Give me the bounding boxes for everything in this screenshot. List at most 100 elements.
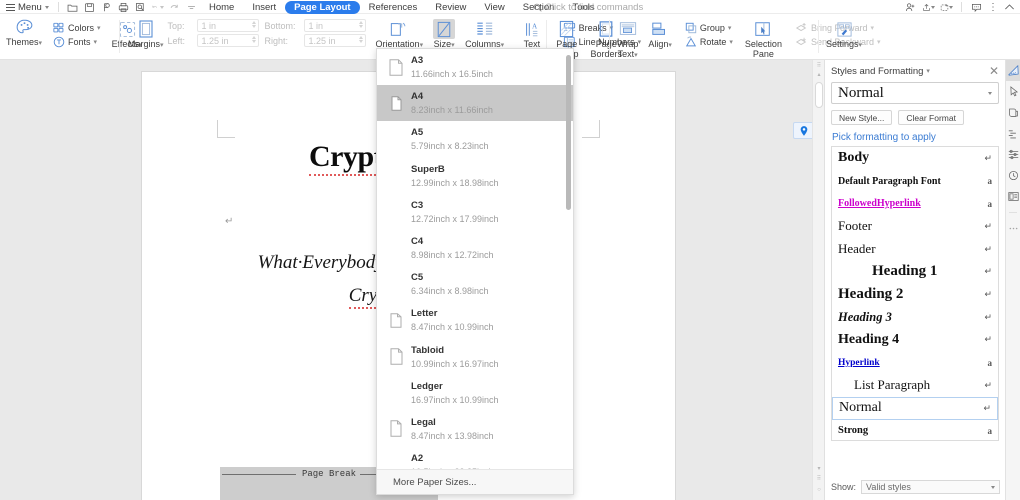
style-item-heading-2[interactable]: Heading 2 ↵ [832,283,998,306]
tab-insert[interactable]: Insert [243,1,285,14]
style-item-body[interactable]: Body ↵ [832,147,998,170]
document-scrollbar-thumb[interactable] [815,82,823,108]
margin-bottom-stepper[interactable] [355,21,363,28]
margin-top-field[interactable]: Top: 1 in [168,19,259,32]
show-select[interactable]: Valid styles [861,480,1000,494]
share-icon[interactable] [922,1,935,14]
tab-view[interactable]: View [475,1,513,14]
paper-size-item-a3[interactable]: A3 11.66inch x 16.5inch [377,49,573,85]
style-item-list-paragraph[interactable]: List Paragraph ↵ [832,374,998,397]
scroll-end-icon[interactable]: ○ [816,487,822,493]
paper-size-item-c4[interactable]: C4 8.98inch x 12.72inch [377,230,573,266]
columns-button[interactable]: Columns▾ [461,14,508,51]
margin-bottom-field[interactable]: Bottom: 1 in [265,19,366,32]
style-item-heading-4[interactable]: Heading 4 ↵ [832,329,998,352]
character-style-icon: a [987,176,993,187]
comment-icon[interactable] [970,1,983,14]
find-icon[interactable] [134,1,147,14]
new-style-button[interactable]: New Style... [831,110,893,125]
chevron-down-icon: ▾ [877,39,881,46]
group-label: Group [699,23,725,33]
scroll-up-arrow-icon[interactable]: ▴ [816,72,822,78]
group-button[interactable]: Group ▾ [682,21,736,35]
history-icon[interactable] [1006,165,1020,186]
scroll-down-arrow-icon[interactable]: ▾ [816,466,822,472]
print-preview-icon[interactable] [100,1,113,14]
paper-size-item-a5[interactable]: A5 5.79inch x 8.23inch [377,121,573,157]
style-item-normal[interactable]: Normal ↵ [832,396,998,420]
wrap-text-button[interactable]: Wrap Text▾ [613,14,642,60]
style-item-followedhyperlink[interactable]: FollowedHyperlink a [832,192,998,215]
margin-right-stepper[interactable] [355,36,363,43]
margin-top-stepper[interactable] [248,21,256,28]
style-item-heading-1[interactable]: Heading 1 ↵ [832,260,998,283]
paper-size-item-c3[interactable]: C3 12.72inch x 17.99inch [377,194,573,230]
undo-icon[interactable] [151,1,164,14]
paper-size-item-ledger[interactable]: Ledger 16.97inch x 10.99inch [377,375,573,411]
style-item-default-paragraph-font[interactable]: Default Paragraph Font a [832,170,998,193]
dropdown-scrollbar-thumb[interactable] [566,55,571,210]
more-icon[interactable]: ⋮ [988,2,998,13]
window-icon[interactable] [940,1,953,14]
thumbnails-icon[interactable] [1006,186,1020,207]
current-style-combobox[interactable]: Normal [831,82,999,104]
paper-size-item-c5[interactable]: C5 6.34inch x 8.98inch [377,266,573,302]
clear-format-button[interactable]: Clear Format [898,110,964,125]
main-menu-button[interactable]: Menu [4,2,51,13]
colors-button[interactable]: Colors ▾ [50,21,104,35]
orientation-button[interactable]: Orientation▾ [372,14,428,51]
paper-size-item-a2[interactable]: A2 16.5inch x 23.35inch [377,447,573,470]
selection-pane-button[interactable]: Selection Pane [741,14,786,59]
size-button[interactable]: Size▾ [429,14,459,51]
margin-top-label: Top: [167,20,185,31]
paragraph-style-icon: ↵ [984,266,992,277]
style-item-footer[interactable]: Footer ↵ [832,215,998,238]
settings-button[interactable]: Settings▾ [822,14,866,51]
paper-size-item-legal[interactable]: Legal 8.47inch x 13.98inch [377,411,573,447]
style-item-heading-3[interactable]: Heading 3 ↵ [832,306,998,329]
open-icon[interactable] [66,1,79,14]
paper-size-list[interactable]: A3 11.66inch x 16.5inch A4 8.23inch x 11… [377,49,573,470]
paper-size-item-tabloid[interactable]: Tabloid 10.99inch x 16.97inch [377,339,573,375]
style-name: Header [838,241,876,257]
collapse-ribbon-icon[interactable] [1003,1,1016,14]
fonts-button[interactable]: Fonts ▾ [50,35,104,49]
tab-home[interactable]: Home [200,1,243,14]
more-paper-sizes-button[interactable]: More Paper Sizes... [377,469,573,494]
style-item-header[interactable]: Header ↵ [832,238,998,261]
more-icon[interactable] [1006,218,1020,239]
paper-size-dropdown[interactable]: A3 11.66inch x 16.5inch A4 8.23inch x 11… [376,48,574,495]
styles-panel-title-group[interactable]: Styles and Formatting ▾ [831,66,930,77]
align-button[interactable]: Align▾ [644,14,676,51]
style-item-hyperlink[interactable]: Hyperlink a [832,351,998,374]
style-item-strong[interactable]: Strong a [832,420,998,440]
tab-page-layout[interactable]: Page Layout [285,0,360,14]
navigation-pin-button[interactable] [793,122,814,139]
themes-button[interactable]: Themes▾ [2,14,46,49]
styles-list[interactable]: Body ↵ Default Paragraph Font a Followed… [831,146,999,441]
command-search[interactable]: Click to find commands [533,0,643,14]
margin-left-field[interactable]: Left: 1.25 in [168,34,259,47]
print-icon[interactable] [117,1,130,14]
formatting-marks-icon[interactable] [1006,144,1020,165]
paper-size-item-superb[interactable]: SuperB 12.99inch x 18.98inch [377,158,573,194]
margin-left-stepper[interactable] [248,36,256,43]
share-user-icon[interactable] [904,1,917,14]
margin-right-field[interactable]: Right: 1.25 in [265,34,366,47]
customize-icon[interactable] [185,1,198,14]
ruler-icon[interactable] [1006,60,1020,81]
paper-size-item-letter[interactable]: Letter 8.47inch x 10.99inch [377,302,573,338]
rotate-button[interactable]: Rotate ▾ [682,35,736,49]
navigation-icon[interactable] [1006,102,1020,123]
close-icon[interactable]: ✕ [989,65,999,77]
tab-review[interactable]: Review [426,1,475,14]
margins-button[interactable]: Margins▾ [124,14,168,51]
document-scrollbar[interactable]: ⠿ ▴ ▾ ⠿ ○ [812,60,824,500]
select-icon[interactable] [1006,81,1020,102]
right-tool-rail [1005,60,1020,500]
tab-references[interactable]: References [360,1,427,14]
redo-icon[interactable] [168,1,181,14]
paper-size-item-a4[interactable]: A4 8.23inch x 11.66inch [377,85,573,122]
outline-icon[interactable] [1006,123,1020,144]
save-icon[interactable] [83,1,96,14]
